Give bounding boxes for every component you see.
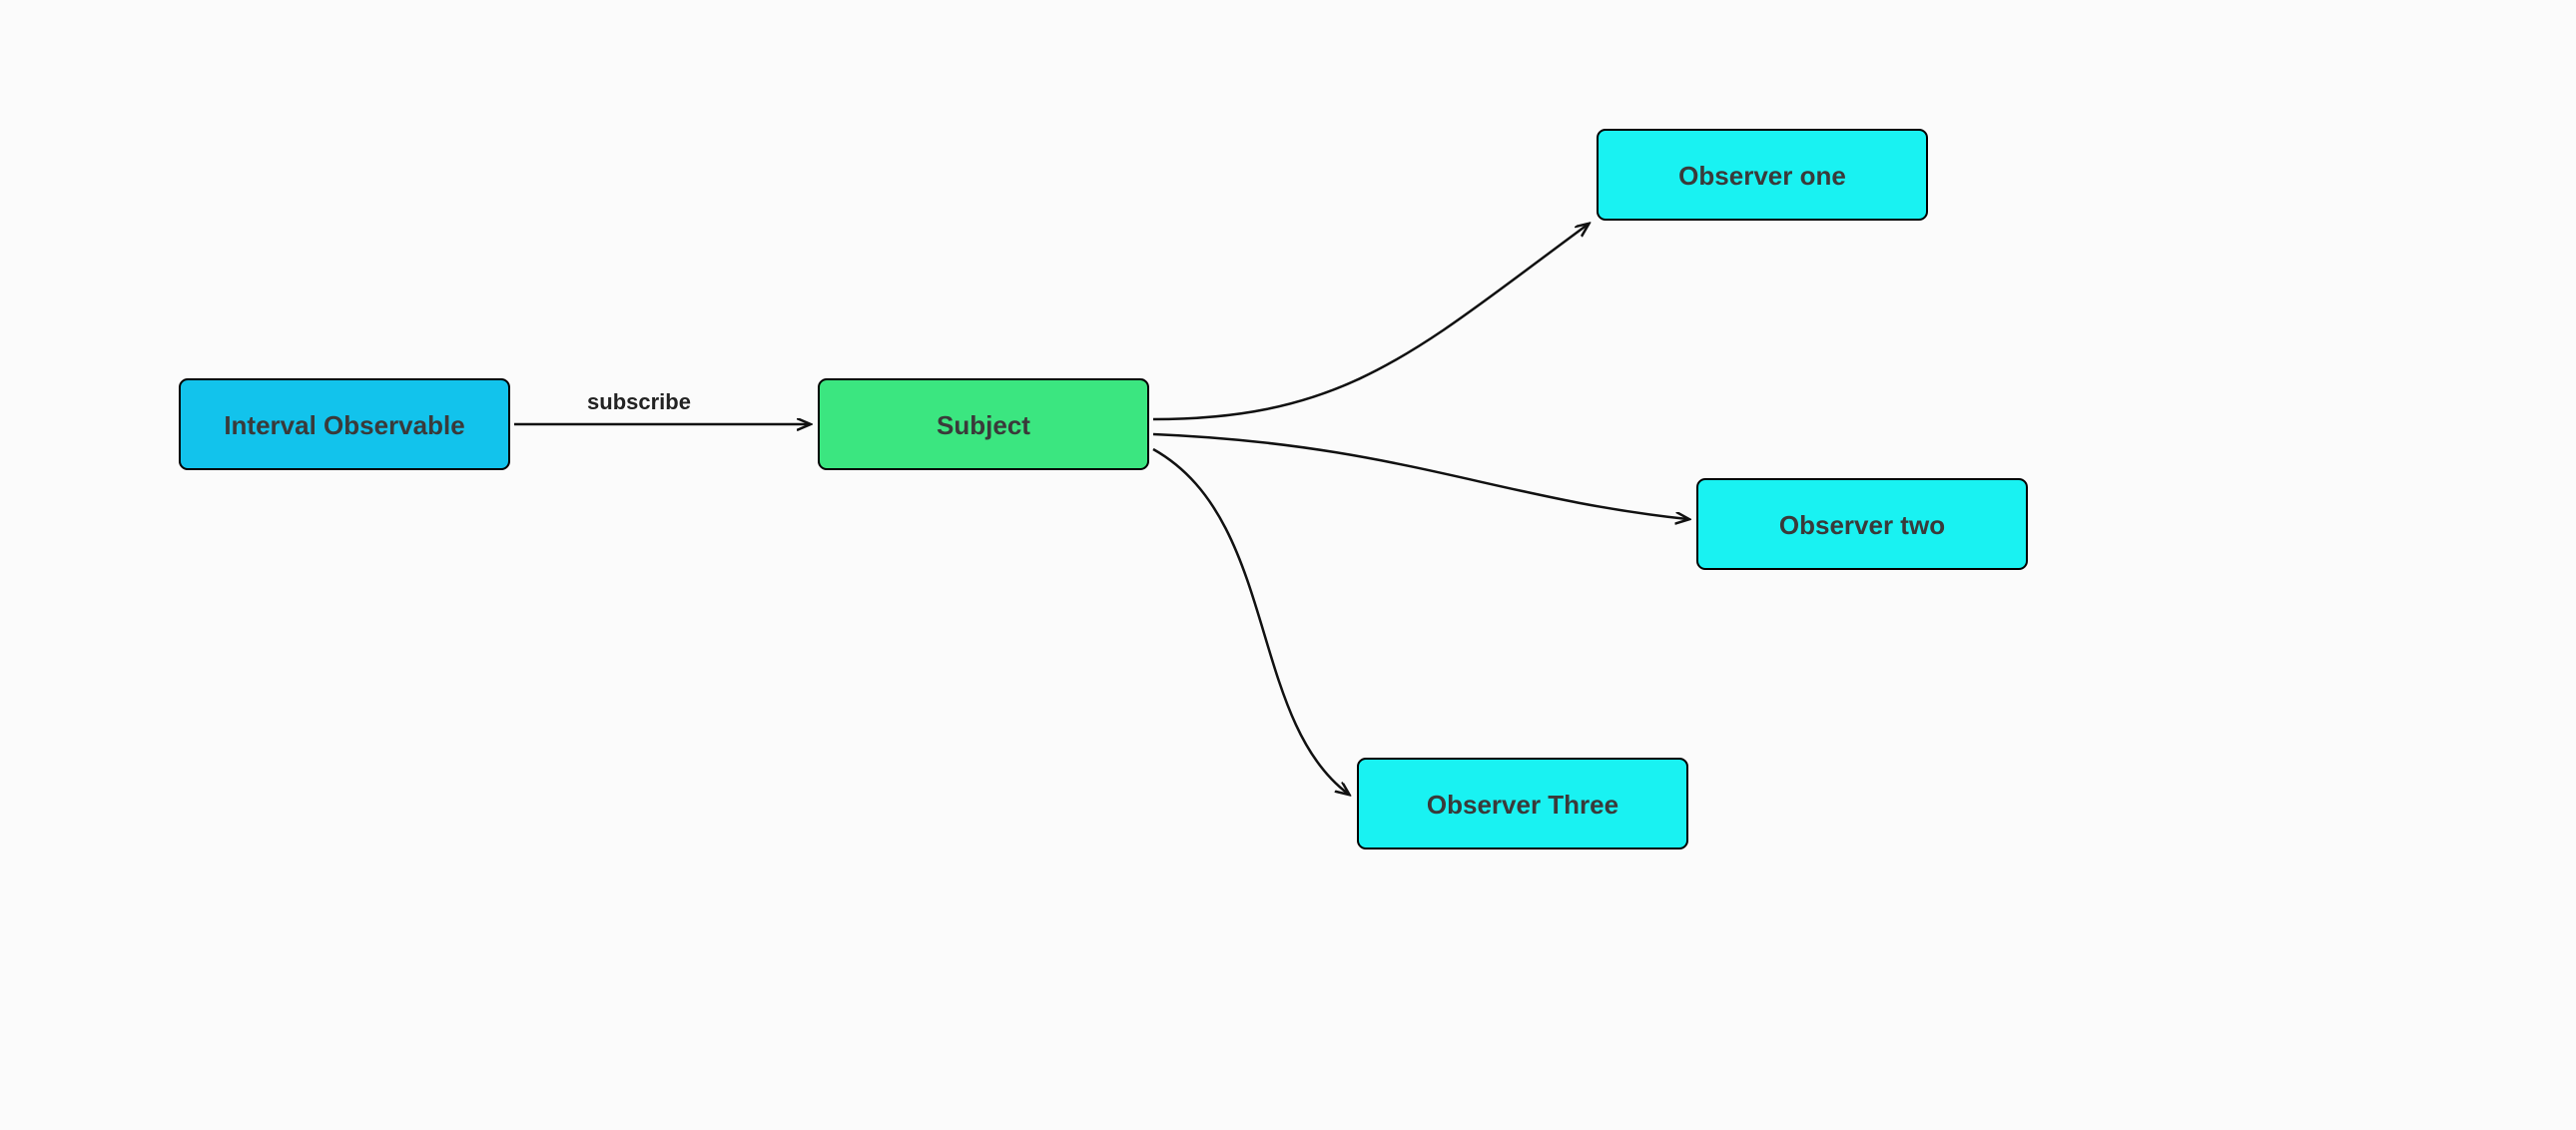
node-observer-three-label: Observer Three (1427, 790, 1618, 820)
node-interval-observable-label: Interval Observable (224, 410, 464, 440)
node-interval-observable: Interval Observable (180, 379, 509, 469)
node-observer-one: Observer one (1598, 130, 1927, 220)
edge-subject-to-observer-two (1153, 434, 1687, 519)
node-subject-label: Subject (937, 410, 1030, 440)
observable-subject-diagram: Interval Observable Subject Observer one… (0, 0, 2576, 1130)
edge-subject-to-observer-three (1153, 449, 1348, 794)
node-observer-two: Observer two (1697, 479, 2027, 569)
edge-subscribe: subscribe (514, 389, 809, 424)
node-observer-three: Observer Three (1358, 759, 1687, 848)
edge-subject-to-observer-one (1153, 225, 1588, 419)
edge-subscribe-label: subscribe (587, 389, 691, 414)
node-subject: Subject (819, 379, 1148, 469)
node-observer-one-label: Observer one (1678, 161, 1846, 191)
node-observer-two-label: Observer two (1779, 510, 1945, 540)
